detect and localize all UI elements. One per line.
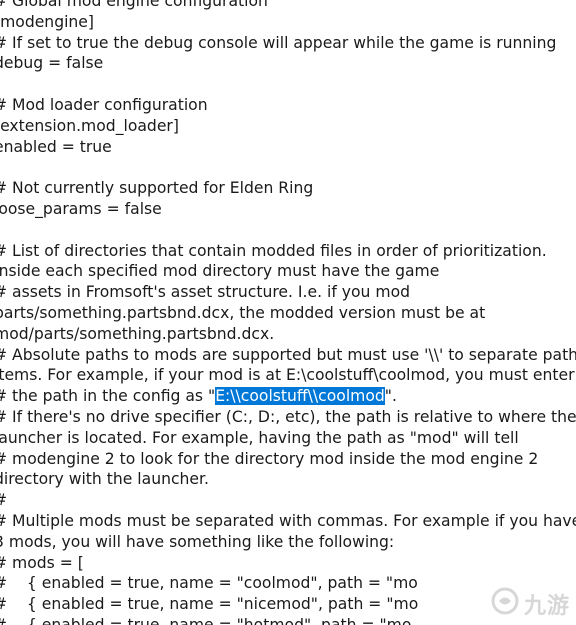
code-line: # modengine 2 to look for the directory … [0, 449, 539, 468]
code-line: 3 mods, you will have something like the… [0, 532, 395, 551]
code-line: # mods = [ [0, 553, 84, 572]
code-line: [extension.mod_loader] [0, 116, 179, 135]
code-line: items. For example, if your mod is at E:… [0, 366, 575, 385]
code-line: # List of directories that contain modde… [0, 241, 547, 260]
line-text-before-selection: # the path in the config as " [0, 387, 216, 406]
watermark: 九游 [490, 586, 570, 621]
watermark-text: 九游 [523, 593, 570, 619]
code-line: mod/parts/something.partsbnd.dcx. [0, 324, 275, 343]
code-line: loose_params = false [0, 199, 162, 218]
code-line: # [0, 490, 576, 511]
jiuyou-logo-icon [490, 586, 520, 621]
code-line: parts/something.partsbnd.dcx, the modded… [0, 303, 486, 322]
code-line: # Not currently supported for Elden Ring [0, 179, 314, 198]
code-line: directory with the launcher. [0, 470, 209, 489]
blank-line [0, 157, 576, 178]
blank-line [0, 220, 576, 241]
code-line: # Multiple mods must be separated with c… [0, 511, 576, 530]
code-line: debug = false [0, 54, 104, 73]
blank-line [0, 74, 576, 95]
code-line: launcher is located. For example, having… [0, 428, 519, 447]
code-line: Inside each specified mod directory must… [0, 262, 440, 281]
code-line: # Absolute paths to mods are supported b… [0, 345, 576, 364]
text-editor[interactable]: # Global mod engine configuration [moden… [0, 0, 576, 625]
document-lines: # Global mod engine configuration [moden… [0, 0, 576, 625]
selected-code-line: # the path in the config as "E:\\coolstu… [0, 386, 576, 407]
code-line: # If set to true the debug console will … [0, 33, 557, 52]
code-line: enabled = true [0, 137, 112, 156]
code-line: # If there's no drive specifier (C:, D:,… [0, 407, 576, 426]
text-selection[interactable]: E:\\coolstuff\\coolmod [215, 387, 385, 406]
line-text-after-selection: ". [384, 387, 397, 406]
code-line: [modengine] [0, 12, 94, 31]
code-line: # assets in Fromsoft's asset structure. … [0, 283, 411, 302]
code-line: # Mod loader configuration [0, 95, 208, 114]
code-line: # Global mod engine configuration [0, 0, 268, 10]
